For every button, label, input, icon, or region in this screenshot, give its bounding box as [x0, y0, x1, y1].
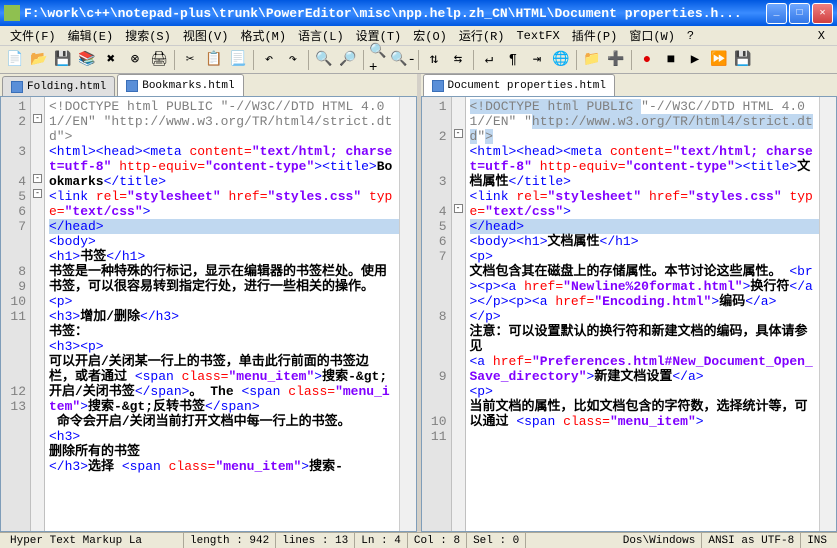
- left-gutter: 12 3 4567 891011 1213: [1, 97, 31, 531]
- toolbar: 📄 📂 💾 📚 ✖ ⊗ 🖨 ✂ 📋 📃 ↶ ↷ 🔍 🔎 🔍+ 🔍- ⇅ ⇆ ↵ …: [0, 46, 837, 74]
- menu-语言(L)[interactable]: 语言(L): [292, 25, 350, 46]
- savemacro-icon[interactable]: 💾: [732, 49, 754, 71]
- tab-label: Folding.html: [27, 81, 106, 93]
- file-icon: [432, 80, 444, 92]
- play-icon[interactable]: ▶: [684, 49, 706, 71]
- cut-icon[interactable]: ✂: [179, 49, 201, 71]
- file-icon: [126, 80, 138, 92]
- tab[interactable]: Bookmarks.html: [117, 74, 243, 96]
- status-enc: ANSI as UTF-8: [702, 533, 801, 548]
- redo-icon[interactable]: ↷: [282, 49, 304, 71]
- left-editor[interactable]: 12 3 4567 891011 1213 - - - <!DOCTYPE ht…: [0, 96, 417, 532]
- menu-宏(O)[interactable]: 宏(O): [407, 25, 453, 46]
- file-icon: [11, 81, 23, 93]
- menu-格式(M)[interactable]: 格式(M): [234, 25, 292, 46]
- save-icon[interactable]: 💾: [52, 49, 74, 71]
- fast-icon[interactable]: ⏩: [708, 49, 730, 71]
- right-fold[interactable]: - -: [452, 97, 466, 531]
- menubar: 文件(F)编辑(E)搜索(S)视图(V)格式(M)语言(L)设置(T)宏(O)运…: [0, 26, 837, 46]
- left-scroll[interactable]: [399, 97, 416, 531]
- undo-icon[interactable]: ↶: [258, 49, 280, 71]
- find-icon[interactable]: 🔍: [313, 49, 335, 71]
- tab-label: Document properties.html: [448, 80, 606, 92]
- sync-v-icon[interactable]: ⇅: [423, 49, 445, 71]
- right-editor[interactable]: 1 2 3 4567 8 9 1011 - - <!DOCTYPE html P…: [421, 96, 837, 532]
- lang-icon[interactable]: 🌐: [550, 49, 572, 71]
- menu-运行(R)[interactable]: 运行(R): [453, 25, 511, 46]
- indent-icon[interactable]: ⇥: [526, 49, 548, 71]
- menu-搜索(S)[interactable]: 搜索(S): [119, 25, 177, 46]
- statusbar: Hyper Text Markup La length : 942 lines …: [0, 532, 837, 548]
- menu-编辑(E)[interactable]: 编辑(E): [62, 25, 120, 46]
- folder-icon[interactable]: 📁: [581, 49, 603, 71]
- minimize-button[interactable]: _: [766, 3, 787, 24]
- zoomout-icon[interactable]: 🔍-: [392, 49, 414, 71]
- tab[interactable]: Document properties.html: [423, 74, 615, 96]
- window-title: F:\work\c++\notepad-plus\trunk\PowerEdit…: [24, 6, 766, 21]
- status-ln: Ln : 4: [355, 533, 408, 548]
- status-col: Col : 8: [408, 533, 467, 548]
- menu-文件(F)[interactable]: 文件(F): [4, 25, 62, 46]
- menu-插件(P)[interactable]: 插件(P): [566, 25, 624, 46]
- menu-窗口(W)[interactable]: 窗口(W): [623, 25, 681, 46]
- chars-icon[interactable]: ¶: [502, 49, 524, 71]
- status-mode: INS: [801, 533, 833, 548]
- status-lines: lines : 13: [276, 533, 355, 548]
- menu-视图(V)[interactable]: 视图(V): [177, 25, 235, 46]
- sync-h-icon[interactable]: ⇆: [447, 49, 469, 71]
- wrap-icon[interactable]: ↵: [478, 49, 500, 71]
- left-tabs: Folding.html Bookmarks.html: [0, 74, 417, 96]
- menu-close-icon[interactable]: X: [810, 29, 833, 43]
- main-area: Folding.html Bookmarks.html 12 3 4567 891…: [0, 74, 837, 532]
- left-code[interactable]: <!DOCTYPE html PUBLIC "-//W3C//DTD HTML …: [45, 97, 399, 531]
- open-icon[interactable]: 📂: [28, 49, 50, 71]
- paste-icon[interactable]: 📃: [227, 49, 249, 71]
- right-gutter: 1 2 3 4567 8 9 1011: [422, 97, 452, 531]
- status-sel: Sel : 0: [467, 533, 526, 548]
- rec-icon[interactable]: ●: [636, 49, 658, 71]
- replace-icon[interactable]: 🔎: [337, 49, 359, 71]
- right-panel: Document properties.html 1 2 3 4567 8 9 …: [421, 74, 837, 532]
- app-icon: [4, 5, 20, 21]
- menu-TextFX[interactable]: TextFX: [510, 27, 565, 45]
- zoomin-icon[interactable]: 🔍+: [368, 49, 390, 71]
- left-panel: Folding.html Bookmarks.html 12 3 4567 891…: [0, 74, 421, 532]
- left-fold[interactable]: - - -: [31, 97, 45, 531]
- close-button[interactable]: ✕: [812, 3, 833, 24]
- new-icon[interactable]: 📄: [4, 49, 26, 71]
- closeall-icon[interactable]: ⊗: [124, 49, 146, 71]
- right-tabs: Document properties.html: [421, 74, 837, 96]
- menu-?[interactable]: ?: [681, 27, 700, 45]
- plugin-icon[interactable]: ➕: [605, 49, 627, 71]
- stop-icon[interactable]: ■: [660, 49, 682, 71]
- status-length: length : 942: [184, 533, 276, 548]
- titlebar: F:\work\c++\notepad-plus\trunk\PowerEdit…: [0, 0, 837, 26]
- status-lang: Hyper Text Markup La: [4, 533, 184, 548]
- close-icon[interactable]: ✖: [100, 49, 122, 71]
- copy-icon[interactable]: 📋: [203, 49, 225, 71]
- saveall-icon[interactable]: 📚: [76, 49, 98, 71]
- tab-label: Bookmarks.html: [142, 80, 234, 92]
- maximize-button[interactable]: □: [789, 3, 810, 24]
- status-eol: Dos\Windows: [617, 533, 703, 548]
- right-scroll[interactable]: [819, 97, 836, 531]
- right-code[interactable]: <!DOCTYPE html PUBLIC "-//W3C//DTD HTML …: [466, 97, 820, 531]
- tab[interactable]: Folding.html: [2, 76, 115, 96]
- print-icon[interactable]: 🖨: [148, 49, 170, 71]
